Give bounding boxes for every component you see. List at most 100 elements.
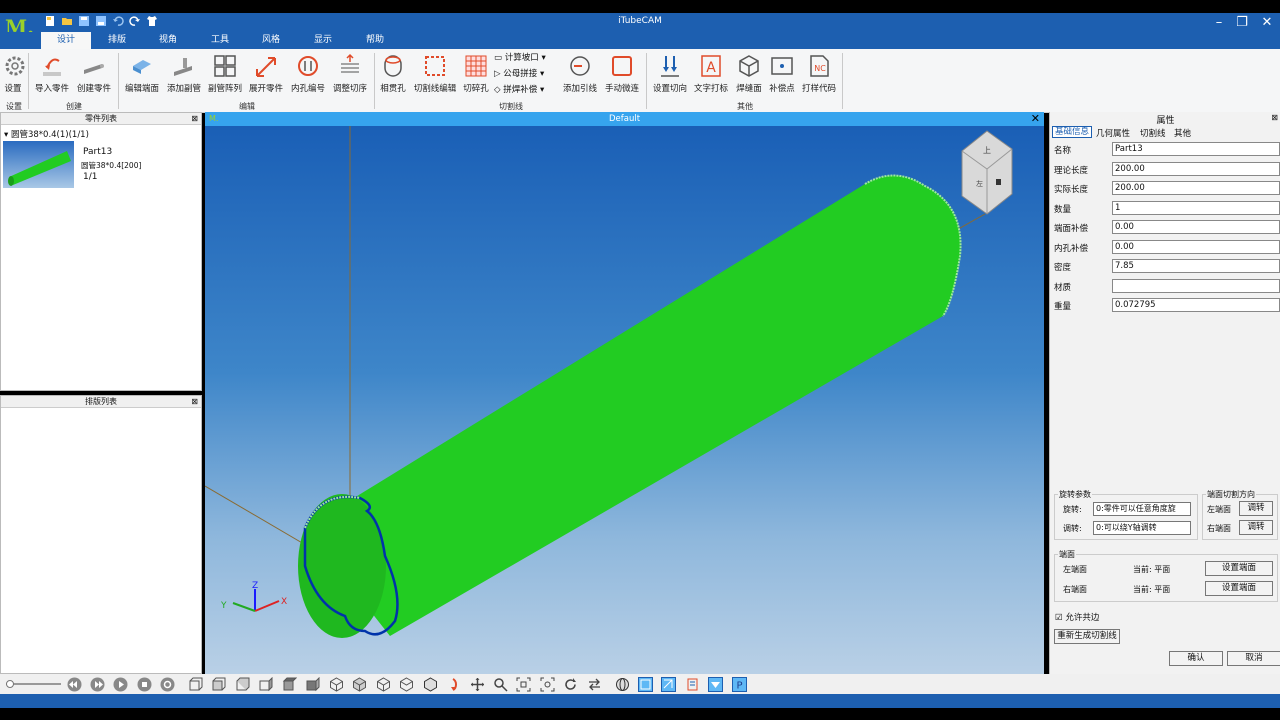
viewport-title-bar: Default M. ✕ <box>205 112 1044 126</box>
zoom-icon[interactable] <box>493 677 508 692</box>
intersect-hole-button[interactable]: 相贯孔 <box>378 52 408 100</box>
prop-row-actual-length: 实际长度 200.00 <box>1054 181 1280 196</box>
weld-face-button[interactable]: 焊缝面 <box>733 52 765 100</box>
red-rotate-icon[interactable] <box>446 677 461 692</box>
flip-left-button[interactable]: 调转 <box>1239 501 1273 516</box>
forward-icon[interactable] <box>90 677 105 692</box>
import-part-button[interactable]: 导入零件 <box>33 52 71 100</box>
tab-view[interactable]: 视角 <box>143 32 193 49</box>
reset-icon[interactable] <box>160 677 175 692</box>
tab-help[interactable]: 帮助 <box>350 32 400 49</box>
allow-common-edge-checkbox[interactable]: ☑ 允许共边 <box>1055 611 1099 623</box>
hole-number-label: 内孔编号 <box>290 84 325 94</box>
view-front-icon[interactable] <box>188 677 203 692</box>
pan-icon[interactable] <box>470 677 485 692</box>
view-iso-4-icon[interactable] <box>399 677 414 692</box>
prop-hole-compensation-field[interactable]: 0.00 <box>1112 240 1280 254</box>
add-lead-button[interactable]: 添加引线 <box>561 52 599 100</box>
prop-density-field[interactable]: 7.85 <box>1112 259 1280 273</box>
prop-quantity-field[interactable]: 1 <box>1112 201 1280 215</box>
tab-cut-line[interactable]: 切割线 <box>1140 127 1166 139</box>
part-mode-icon[interactable] <box>685 677 700 692</box>
male-female-splice-button[interactable]: ▷ 公母拼接 ▾ <box>494 67 544 81</box>
rotate-view-icon[interactable] <box>563 677 578 692</box>
view-iso-2-icon[interactable] <box>352 677 367 692</box>
parts-tree-node[interactable]: ▾ 圆管38*0.4(1)(1/1) <box>4 128 89 140</box>
display-mode-icon[interactable] <box>708 677 723 692</box>
flip-select[interactable]: 0:可以绕Y轴调转 <box>1093 521 1191 535</box>
set-right-end-button[interactable]: 设置端面 <box>1205 581 1273 596</box>
tab-basic-info[interactable]: 基础信息 <box>1052 126 1093 138</box>
prop-weight-field[interactable]: 0.072795 <box>1112 298 1280 312</box>
branch-array-label: 副管阵列 <box>207 84 242 94</box>
adjust-cut-order-button[interactable]: 调整切序 <box>330 52 370 100</box>
close-window-button[interactable]: ✕ <box>1254 13 1280 32</box>
part-thumbnail[interactable] <box>3 141 74 188</box>
svg-text:左: 左 <box>976 179 983 188</box>
view-right-icon[interactable] <box>258 677 273 692</box>
create-part-button[interactable]: 创建零件 <box>75 52 113 100</box>
regenerate-cut-lines-button[interactable]: 重新生成切割线 <box>1054 629 1120 644</box>
prop-end-compensation-field[interactable]: 0.00 <box>1112 220 1280 234</box>
view-iso-3-icon[interactable] <box>376 677 391 692</box>
cut-line-edit-icon <box>425 56 445 76</box>
tab-geometry[interactable]: 几何属性 <box>1096 127 1130 139</box>
prop-material-field[interactable] <box>1112 279 1280 293</box>
tab-display[interactable]: 显示 <box>298 32 348 49</box>
flip-right-button[interactable]: 调转 <box>1239 520 1273 535</box>
edit-end-face-button[interactable]: 编辑端面 <box>123 52 161 100</box>
parts-panel-close-icon[interactable]: ⊠ <box>191 114 198 123</box>
text-marking-button[interactable]: A 文字打标 <box>692 52 730 100</box>
set-cut-direction-button[interactable]: 设置切向 <box>651 52 689 100</box>
view-cube[interactable]: 上 左 <box>961 130 1013 215</box>
properties-close-icon[interactable]: ⊠ <box>1271 113 1278 122</box>
edges-mode-icon[interactable] <box>661 677 676 692</box>
confirm-button[interactable]: 确认 <box>1169 651 1223 666</box>
weld-compensation-button[interactable]: ◇ 拼焊补偿 ▾ <box>494 83 544 97</box>
adjust-cut-order-label: 调整切序 <box>332 84 367 94</box>
zoom-window-icon[interactable] <box>516 677 531 692</box>
view-iso-5-icon[interactable] <box>423 677 438 692</box>
view-left-icon[interactable] <box>235 677 250 692</box>
3d-viewport[interactable]: 上 左 Z X Y <box>205 126 1044 674</box>
tab-layout[interactable]: 排版 <box>92 32 142 49</box>
rewind-icon[interactable] <box>67 677 82 692</box>
prop-name-field[interactable]: Part13 <box>1112 142 1280 156</box>
rotate-select[interactable]: 0:零件可以任意角度旋 <box>1093 502 1191 516</box>
branch-array-button[interactable]: 副管阵列 <box>206 52 244 100</box>
view-iso-1-icon[interactable] <box>329 677 344 692</box>
calc-bevel-button[interactable]: ▭ 计算坡口 ▾ <box>494 51 546 65</box>
tab-design[interactable]: 设计 <box>41 32 91 49</box>
swap-icon[interactable] <box>587 677 602 692</box>
cancel-button[interactable]: 取消 <box>1227 651 1280 666</box>
tab-style[interactable]: 风格 <box>246 32 296 49</box>
add-branch-button[interactable]: 添加副管 <box>165 52 203 100</box>
tab-other[interactable]: 其他 <box>1174 127 1191 139</box>
prop-actual-length-field[interactable]: 200.00 <box>1112 181 1280 195</box>
cut-line-edit-button[interactable]: 切割线编辑 <box>412 52 458 100</box>
restore-button[interactable]: ❐ <box>1229 13 1255 32</box>
prop-theoretical-length-field[interactable]: 200.00 <box>1112 162 1280 176</box>
tab-tools[interactable]: 工具 <box>195 32 245 49</box>
view-back-icon[interactable] <box>211 677 226 692</box>
play-icon[interactable] <box>113 677 128 692</box>
playback-slider[interactable] <box>6 683 61 685</box>
layout-panel-close-icon[interactable]: ⊠ <box>191 397 198 406</box>
manual-microjoint-button[interactable]: 手动微连 <box>602 52 642 100</box>
set-left-end-button[interactable]: 设置端面 <box>1205 561 1273 576</box>
zoom-fit-icon[interactable] <box>540 677 555 692</box>
slider-handle[interactable] <box>6 680 14 688</box>
viewport-close-icon[interactable]: ✕ <box>1031 112 1040 126</box>
settings-button[interactable]: 设置 <box>2 52 25 100</box>
sample-code-button[interactable]: NC 打样代码 <box>800 52 838 100</box>
hole-number-button[interactable]: 内孔编号 <box>289 52 327 100</box>
wireframe-sphere-icon[interactable] <box>615 677 630 692</box>
chop-hole-button[interactable]: 切碎孔 <box>461 52 491 100</box>
p-mode-icon[interactable]: P <box>732 677 747 692</box>
stop-icon[interactable] <box>137 677 152 692</box>
unfold-part-button[interactable]: 展开零件 <box>247 52 285 100</box>
shaded-mode-icon[interactable] <box>638 677 653 692</box>
compensation-point-button[interactable]: 补偿点 <box>767 52 797 100</box>
view-top-icon[interactable] <box>282 677 297 692</box>
view-bottom-icon[interactable] <box>305 677 320 692</box>
